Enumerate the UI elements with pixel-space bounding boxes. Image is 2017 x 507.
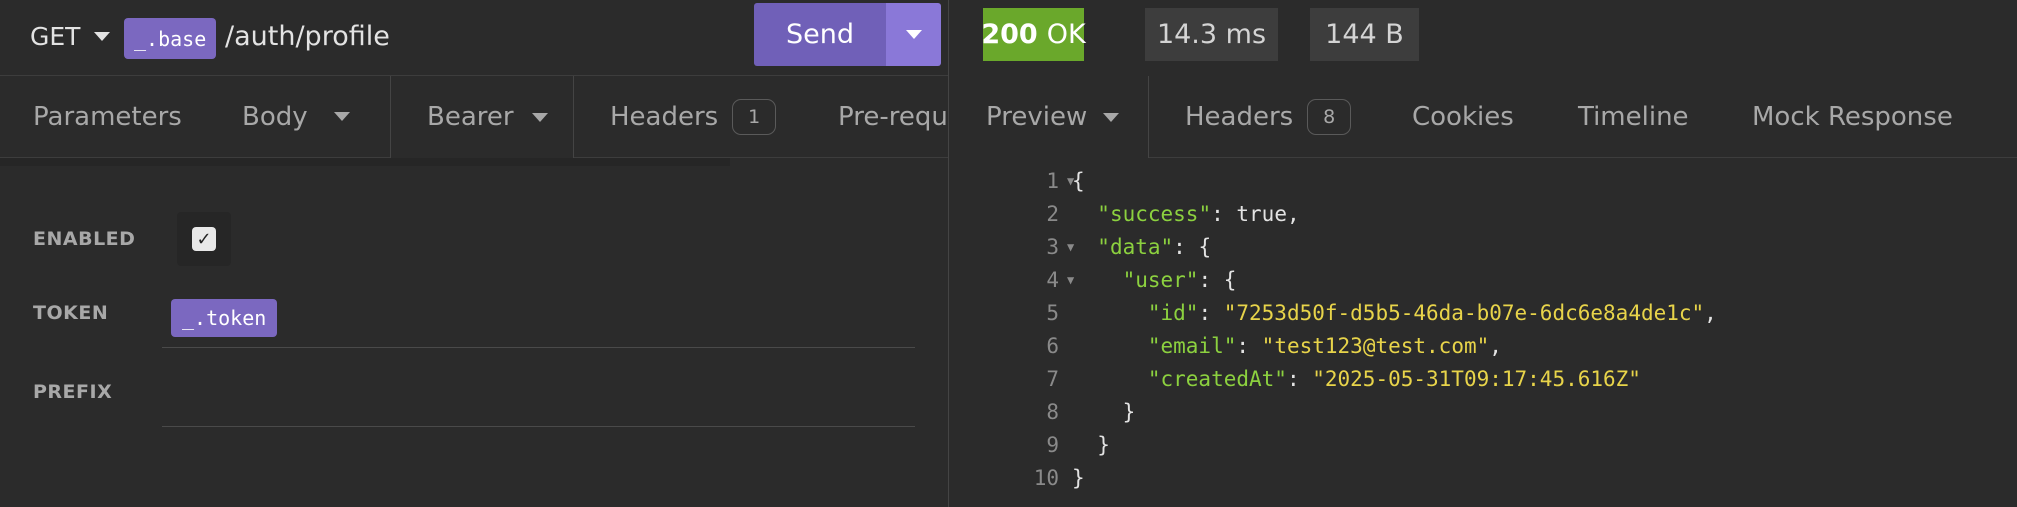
status-text: OK: [1046, 19, 1086, 50]
status-badge: 200 OK: [981, 8, 1086, 61]
tab-auth-bearer[interactable]: Bearer: [390, 76, 574, 158]
status-code: 200: [981, 19, 1038, 50]
tab-label: Pre-requ: [838, 101, 948, 132]
url-path-input[interactable]: /auth/profile: [225, 21, 390, 52]
tab-mock-response[interactable]: Mock Response: [1752, 76, 1953, 157]
prefix-input[interactable]: [162, 426, 915, 427]
response-tabs: Preview Headers 8 Cookies Timeline Mock …: [949, 76, 2017, 158]
chevron-down-icon: [333, 112, 350, 121]
json-value: "2025-05-31T09:17:45.616Z": [1312, 366, 1641, 391]
chevron-down-icon: [531, 112, 548, 122]
tab-label: Headers: [610, 101, 719, 132]
line-number: 7: [1046, 366, 1059, 391]
chevron-down-icon: [905, 30, 922, 39]
response-pane: 200 OK 14.3 ms 144 B Preview Headers 8 C…: [949, 0, 2017, 507]
line-number: 4: [1046, 267, 1059, 292]
headers-count-badge: 1: [732, 98, 777, 135]
line-number: 10: [1033, 465, 1059, 490]
token-variable-chip[interactable]: _.token: [171, 299, 278, 337]
tab-label: Timeline: [1578, 101, 1689, 132]
token-label: TOKEN: [33, 302, 109, 324]
tab-label: Headers: [1185, 101, 1294, 132]
tab-pre-request[interactable]: Pre-requ: [838, 76, 948, 157]
json-value: "test123@test.com": [1261, 333, 1490, 358]
tab-label: Mock Response: [1752, 101, 1953, 132]
json-key: "createdAt": [1147, 366, 1287, 391]
line-number: 2: [1046, 201, 1059, 226]
line-number: 9: [1046, 432, 1059, 457]
method-label: GET: [30, 22, 81, 51]
line-number: 8: [1046, 399, 1059, 424]
json-key: "email": [1147, 333, 1237, 358]
json-value: true: [1236, 201, 1287, 226]
tab-cookies[interactable]: Cookies: [1412, 76, 1514, 157]
line-number: 5: [1046, 300, 1059, 325]
tab-shadow: [0, 158, 730, 166]
enabled-label: ENABLED: [33, 228, 136, 250]
token-input-underline[interactable]: [162, 347, 915, 348]
tab-headers[interactable]: Headers 1: [610, 76, 777, 157]
line-number: 3: [1046, 234, 1059, 259]
send-options-button[interactable]: [886, 3, 941, 66]
line-number: 1: [1046, 168, 1059, 193]
tab-body[interactable]: Body: [242, 76, 350, 157]
tab-label: Bearer: [427, 102, 514, 132]
line-number: 6: [1046, 333, 1059, 358]
tab-parameters[interactable]: Parameters: [33, 76, 182, 157]
tab-preview[interactable]: Preview: [949, 76, 1149, 158]
checkmark-icon: ✓: [196, 228, 212, 250]
prefix-label: PREFIX: [33, 381, 113, 403]
method-dropdown[interactable]: GET: [30, 22, 111, 51]
request-tabs: Parameters Body Bearer Headers 1 Pre-req…: [0, 76, 948, 158]
tab-label: Body: [242, 101, 308, 132]
chevron-down-icon: [1103, 112, 1120, 122]
json-value: "7253d50f-d5b5-46da-b07e-6dc6e8a4de1c": [1223, 300, 1705, 325]
tab-label: Cookies: [1412, 101, 1514, 132]
enabled-checkbox-wrapper: ✓: [177, 212, 231, 266]
tab-response-headers[interactable]: Headers 8: [1185, 76, 1352, 157]
tab-label: Parameters: [33, 101, 182, 132]
json-key: "success": [1097, 201, 1212, 226]
base-url-variable-chip[interactable]: _.base: [124, 18, 217, 59]
json-key: "user": [1122, 267, 1199, 292]
response-time-badge: 14.3 ms: [1145, 8, 1278, 61]
url-bar: GET _.base /auth/profile Send: [0, 0, 948, 76]
tab-timeline[interactable]: Timeline: [1578, 76, 1689, 157]
tab-label: Preview: [986, 102, 1088, 132]
enabled-checkbox[interactable]: ✓: [192, 227, 216, 251]
chevron-down-icon: [94, 32, 111, 41]
response-size-badge: 144 B: [1310, 8, 1419, 61]
send-button[interactable]: Send: [754, 3, 886, 66]
request-pane: GET _.base /auth/profile Send Parameters…: [0, 0, 948, 507]
response-headers-count-badge: 8: [1307, 98, 1352, 135]
json-key: "id": [1147, 300, 1199, 325]
json-key: "data": [1097, 234, 1174, 259]
